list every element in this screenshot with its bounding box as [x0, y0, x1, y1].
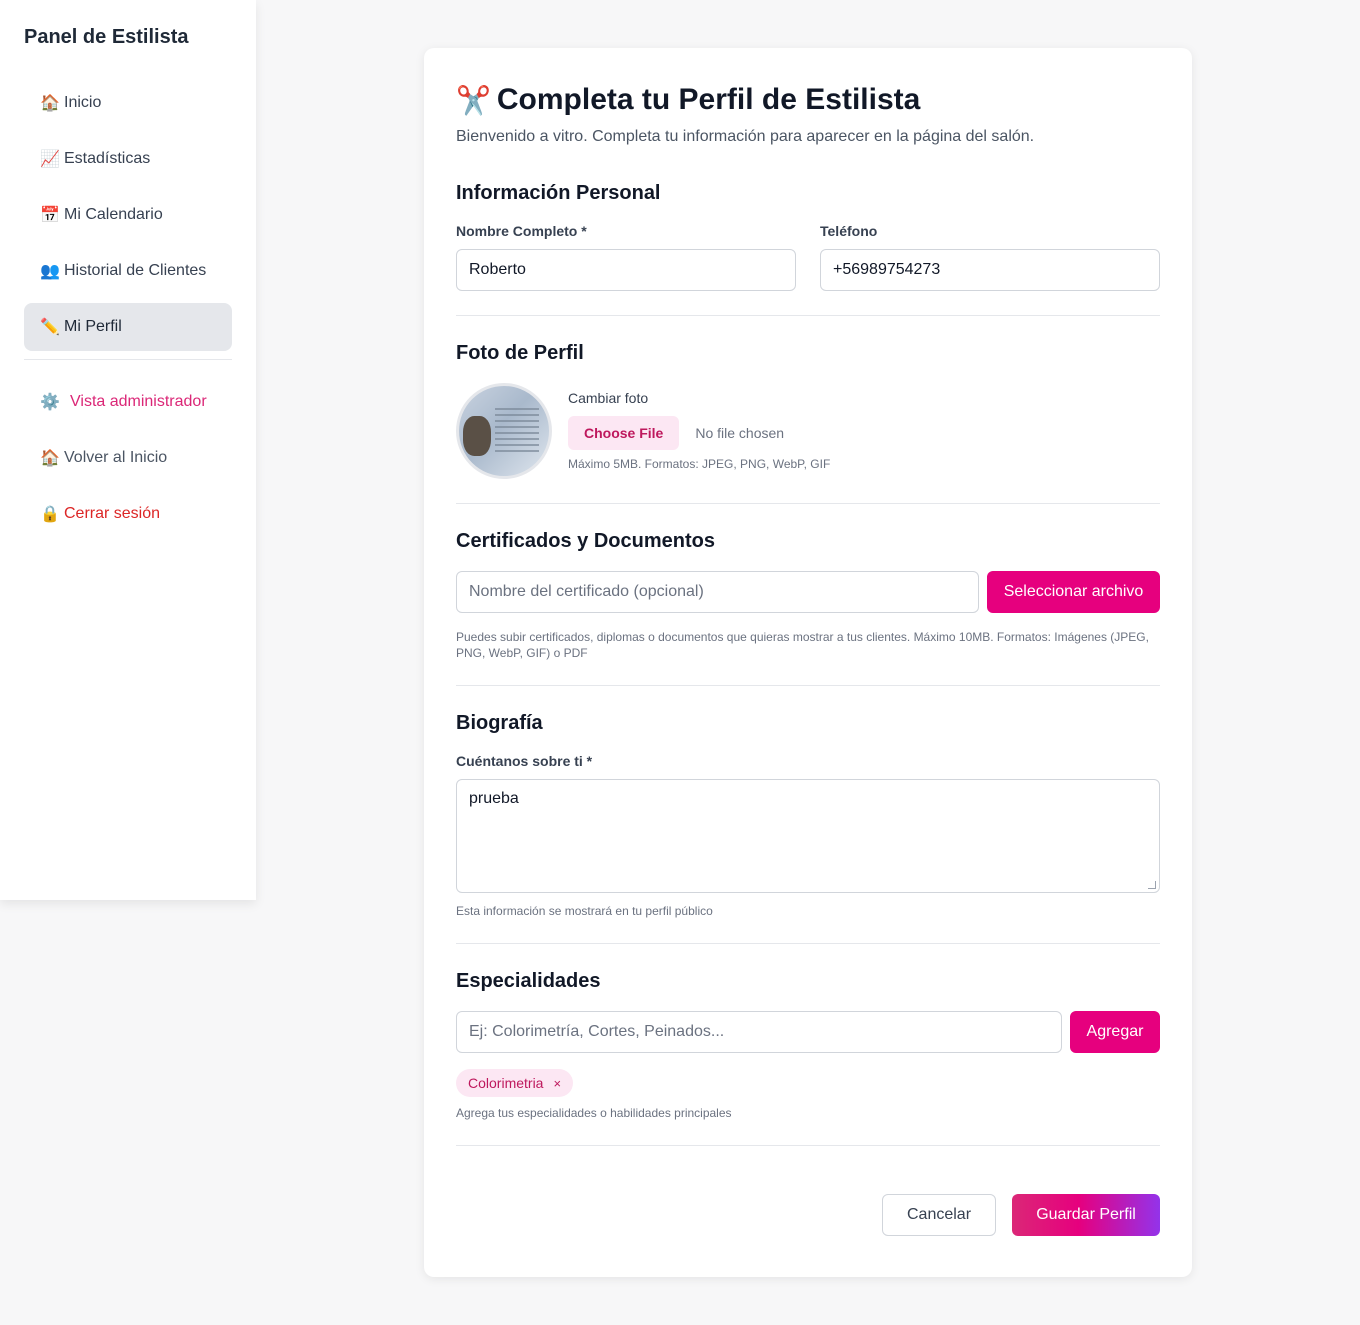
avatar-document — [495, 408, 539, 454]
sidebar-item-label: Historial de Clientes — [64, 262, 207, 279]
home-icon: 🏠 — [40, 95, 60, 112]
avatar — [456, 383, 552, 479]
sidebar-item-label: Mi Calendario — [64, 206, 163, 223]
photo-hint: Máximo 5MB. Formatos: JPEG, PNG, WebP, G… — [568, 457, 831, 471]
section-title-photo: Foto de Perfil — [456, 342, 584, 364]
close-icon[interactable]: × — [553, 1076, 561, 1091]
phone-field-group: Teléfono +56989754273 — [820, 223, 1160, 291]
certificates-hint: Puedes subir certificados, diplomas o do… — [456, 630, 1149, 660]
phone-label: Teléfono — [820, 223, 878, 239]
chart-icon: 📈 — [40, 151, 60, 168]
section-divider — [456, 685, 1160, 686]
sidebar-item-label: Cerrar sesión — [64, 505, 161, 522]
home-icon: 🏠 — [40, 450, 60, 467]
specialties-hint: Agrega tus especialidades o habilidades … — [456, 1106, 732, 1120]
bio-text: prueba — [469, 790, 519, 807]
certificate-row: Nombre del certificado (opcional) Selecc… — [456, 571, 1160, 613]
section-divider — [456, 503, 1160, 504]
sidebar-item-calendario[interactable]: 📅 Mi Calendario — [24, 191, 232, 239]
scissors-icon: ✂️ — [456, 84, 491, 116]
name-field-group: Nombre Completo * Roberto — [456, 223, 796, 291]
name-input[interactable]: Roberto — [456, 249, 796, 291]
resize-handle-icon[interactable] — [1148, 881, 1156, 889]
section-divider — [456, 943, 1160, 944]
sidebar-item-cerrar-sesion[interactable]: 🔒 Cerrar sesión — [24, 490, 232, 538]
section-title-personal: Información Personal — [456, 182, 661, 204]
no-file-text: No file chosen — [695, 425, 785, 441]
sidebar-item-inicio[interactable]: 🏠 Inicio — [24, 79, 232, 127]
section-divider — [456, 1145, 1160, 1146]
bio-label: Cuéntanos sobre ti * — [456, 753, 593, 769]
photo-row: Cambiar foto Choose File No file chosen … — [456, 383, 1160, 479]
sidebar-item-label: Volver al Inicio — [64, 449, 168, 466]
certificate-name-input[interactable]: Nombre del certificado (opcional) — [456, 571, 979, 613]
specialty-row: Ej: Colorimetría, Cortes, Peinados... Ag… — [456, 1011, 1160, 1053]
sidebar-title: Panel de Estilista — [24, 26, 189, 48]
section-divider — [456, 315, 1160, 316]
specialty-tag: Colorimetria × — [456, 1069, 574, 1097]
section-title-certificates: Certificados y Documentos — [456, 530, 715, 552]
sidebar-item-label: Inicio — [64, 94, 102, 111]
name-label: Nombre Completo * — [456, 223, 587, 239]
lock-icon: 🔒 — [40, 506, 60, 523]
choose-file-button[interactable]: Choose File — [568, 416, 680, 450]
specialty-tag-label: Colorimetria — [468, 1075, 544, 1091]
phone-input[interactable]: +56989754273 — [820, 249, 1160, 291]
sidebar-item-vista-administrador[interactable]: ⚙️ Vista administrador — [24, 378, 232, 426]
gear-icon: ⚙️ — [40, 394, 60, 411]
save-profile-button[interactable]: Guardar Perfil — [1012, 1194, 1160, 1236]
calendar-icon: 📅 — [40, 207, 60, 224]
sidebar-item-estadisticas[interactable]: 📈 Estadísticas — [24, 135, 232, 183]
bio-textarea[interactable]: prueba — [456, 779, 1160, 893]
sidebar-item-historial-clientes[interactable]: 👥 Historial de Clientes — [24, 247, 232, 295]
add-specialty-button[interactable]: Agregar — [1070, 1011, 1160, 1053]
profile-form-card: ✂️ Completa tu Perfil de Estilista Bienv… — [424, 48, 1192, 1277]
sidebar-item-label: Mi Perfil — [64, 318, 122, 335]
sidebar-item-volver-inicio[interactable]: 🏠 Volver al Inicio — [24, 434, 232, 482]
sidebar-item-label: Vista administrador — [70, 393, 207, 410]
section-title-bio: Biografía — [456, 712, 543, 734]
page-title-text: Completa tu Perfil de Estilista — [496, 83, 921, 116]
sidebar-divider — [24, 359, 232, 360]
select-file-button[interactable]: Seleccionar archivo — [987, 571, 1160, 613]
specialty-tags: Colorimetria × — [456, 1069, 1160, 1097]
cancel-button[interactable]: Cancelar — [882, 1194, 996, 1236]
sidebar: Panel de Estilista 🏠 Inicio 📈 Estadístic… — [0, 0, 256, 900]
users-icon: 👥 — [40, 263, 60, 280]
sidebar-item-mi-perfil[interactable]: ✏️ Mi Perfil — [24, 303, 232, 351]
sidebar-item-label: Estadísticas — [64, 150, 151, 167]
page-subtitle: Bienvenido a vitro. Completa tu informac… — [456, 128, 1035, 145]
bio-hint: Esta información se mostrará en tu perfi… — [456, 904, 713, 918]
photo-upload-group: Cambiar foto Choose File No file chosen … — [568, 390, 830, 472]
section-title-specialties: Especialidades — [456, 970, 601, 992]
change-photo-label: Cambiar foto — [568, 390, 649, 406]
pencil-icon: ✏️ — [40, 319, 60, 336]
page-title: ✂️ Completa tu Perfil de Estilista — [456, 82, 1160, 118]
form-actions: Cancelar Guardar Perfil — [456, 1194, 1160, 1236]
personal-fields: Nombre Completo * Roberto Teléfono +5698… — [456, 223, 1160, 291]
file-picker: Choose File No file chosen — [568, 416, 830, 450]
specialty-input[interactable]: Ej: Colorimetría, Cortes, Peinados... — [456, 1011, 1062, 1053]
avatar-face — [463, 416, 491, 456]
